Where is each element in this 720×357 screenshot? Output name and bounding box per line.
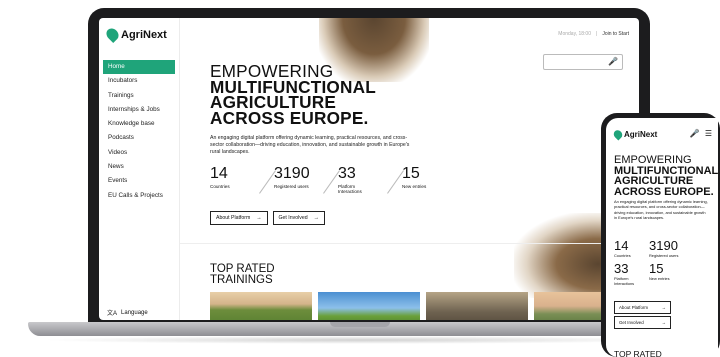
stat-registered-users: 3190 Registered users xyxy=(274,165,340,194)
hero-description: An engaging digital platform offering dy… xyxy=(210,135,410,156)
sidebar-nav: Home Incubators Trainings Internships & … xyxy=(103,60,175,203)
get-involved-button[interactable]: Get Involved → xyxy=(272,211,325,225)
phone-get-involved-button[interactable]: Get Involved → xyxy=(614,316,671,329)
microphone-icon[interactable]: 🎤 xyxy=(690,129,700,138)
stat-platform-interactions: 33 Platform Interactions xyxy=(614,262,649,286)
stat-value: 14 xyxy=(614,238,629,253)
stat-label: New entries xyxy=(402,184,427,189)
sidebar-item-podcasts[interactable]: Podcasts xyxy=(103,131,175,145)
language-label: Language xyxy=(121,309,148,316)
stat-new-entries: 15 New entries xyxy=(649,262,709,286)
section-divider xyxy=(180,243,639,244)
laptop-screen: AgriNext Home Incubators Trainings Inter… xyxy=(99,18,639,320)
training-thumbnail[interactable] xyxy=(318,292,420,320)
phone-hero-title: EMPOWERING MULTIFUNCTIONAL AGRICULTURE A… xyxy=(614,155,718,197)
stat-value: 33 xyxy=(338,165,356,182)
sidebar: AgriNext Home Incubators Trainings Inter… xyxy=(99,18,180,320)
phone-about-platform-button[interactable]: About Platform → xyxy=(614,301,671,314)
heading-line-2: TRAININGS xyxy=(210,273,273,286)
hero-title-line-1: EMPOWERING xyxy=(614,154,692,166)
phone-app-logo[interactable]: AgriNext xyxy=(611,128,658,141)
phone-screen: AgriNext 🎤 ☰ EMPOWERING MULTIFUNCTIONAL … xyxy=(606,118,718,357)
training-thumbnail[interactable] xyxy=(210,292,312,320)
phone-top-rated-heading: TOP RATED xyxy=(614,349,662,357)
app-name: AgriNext xyxy=(624,130,658,139)
stat-label: Countries xyxy=(614,253,631,258)
sidebar-item-videos[interactable]: Videos xyxy=(103,146,175,160)
sidebar-item-home[interactable]: Home xyxy=(103,60,175,75)
search-input[interactable]: 🎤 xyxy=(543,54,623,70)
laptop-notch xyxy=(330,322,390,327)
microphone-icon[interactable]: 🎤 xyxy=(608,57,618,66)
phone-stats: 14 Countries 3190 Registered users 33 Pl… xyxy=(614,239,718,286)
arrow-right-icon: → xyxy=(313,215,319,221)
stat-label: Platform Interactions xyxy=(614,276,635,286)
sidebar-item-events[interactable]: Events xyxy=(103,174,175,188)
stat-label: Registered users xyxy=(649,253,679,258)
button-label: Get Involved xyxy=(619,320,644,325)
stat-value: 33 xyxy=(614,261,629,276)
stat-value: 14 xyxy=(210,165,228,182)
phone-frame: AgriNext 🎤 ☰ EMPOWERING MULTIFUNCTIONAL … xyxy=(601,113,720,357)
heading-line-1: TOP RATED xyxy=(210,263,275,275)
stat-countries: 14 Countries xyxy=(210,165,276,194)
laptop-shadow xyxy=(40,336,680,344)
laptop-frame: AgriNext Home Incubators Trainings Inter… xyxy=(88,8,650,326)
stats-row: 14 Countries 3190 Registered users 33 Pl… xyxy=(210,165,466,195)
stat-label: New entries xyxy=(649,276,670,281)
language-selector[interactable]: 文A Language xyxy=(107,308,148,318)
button-label: About Platform xyxy=(619,305,649,310)
top-rated-trainings-heading: TOP RATED TRAININGS xyxy=(210,264,275,285)
leaf-pin-icon xyxy=(104,26,121,43)
hero-buttons: About Platform → Get Involved → xyxy=(210,211,325,225)
about-platform-button[interactable]: About Platform → xyxy=(210,211,268,225)
app-name: AgriNext xyxy=(121,28,167,41)
stat-value: 15 xyxy=(649,261,664,276)
stat-new-entries: 15 New entries xyxy=(402,166,466,194)
stat-value: 3190 xyxy=(649,238,678,253)
translate-icon: 文A xyxy=(107,311,118,317)
join-link[interactable]: Join to Start xyxy=(602,31,629,37)
arrow-right-icon: → xyxy=(256,215,262,221)
phone-hero-description: An engaging digital platform offering dy… xyxy=(614,199,708,220)
stat-countries: 14 Countries xyxy=(614,239,649,258)
hero-title-line-4: ACROSS EUROPE. xyxy=(210,107,369,128)
menu-icon[interactable]: ☰ xyxy=(705,129,712,138)
stat-label: Platform Interactions xyxy=(338,184,362,194)
button-label: About Platform xyxy=(216,215,251,221)
sidebar-item-incubators[interactable]: Incubators xyxy=(103,74,175,88)
button-label: Get Involved xyxy=(278,215,308,221)
sidebar-item-trainings[interactable]: Trainings xyxy=(103,89,175,103)
arrow-right-icon: → xyxy=(661,320,666,325)
stat-value: 3190 xyxy=(274,165,310,182)
hero-title-line-3: AGRICULTURE xyxy=(614,175,694,187)
sidebar-item-news[interactable]: News xyxy=(103,160,175,174)
stat-registered-users: 3190 Registered users xyxy=(649,239,709,258)
sidebar-item-internships-jobs[interactable]: Internships & Jobs xyxy=(103,103,175,117)
stat-platform-interactions: 33 Platform Interactions xyxy=(338,165,404,194)
topbar: Monday, 18:00 | Join to Start xyxy=(558,31,629,37)
leaf-pin-icon xyxy=(611,128,625,141)
hero-title: EMPOWERING MULTIFUNCTIONAL AGRICULTURE A… xyxy=(210,63,376,128)
trainings-carousel xyxy=(210,292,636,320)
stat-value: 15 xyxy=(402,165,420,182)
arrow-right-icon: → xyxy=(661,305,666,310)
sidebar-item-knowledge-base[interactable]: Knowledge base xyxy=(103,117,175,131)
training-thumbnail[interactable] xyxy=(426,292,528,320)
app-logo[interactable]: AgriNext xyxy=(104,26,167,43)
hero-title-line-4: ACROSS EUROPE. xyxy=(614,185,714,198)
phone-header-icons: 🎤 ☰ xyxy=(690,129,712,138)
sidebar-item-eu-calls[interactable]: EU Calls & Projects xyxy=(103,189,175,203)
topbar-date: Monday, 18:00 xyxy=(558,31,591,37)
